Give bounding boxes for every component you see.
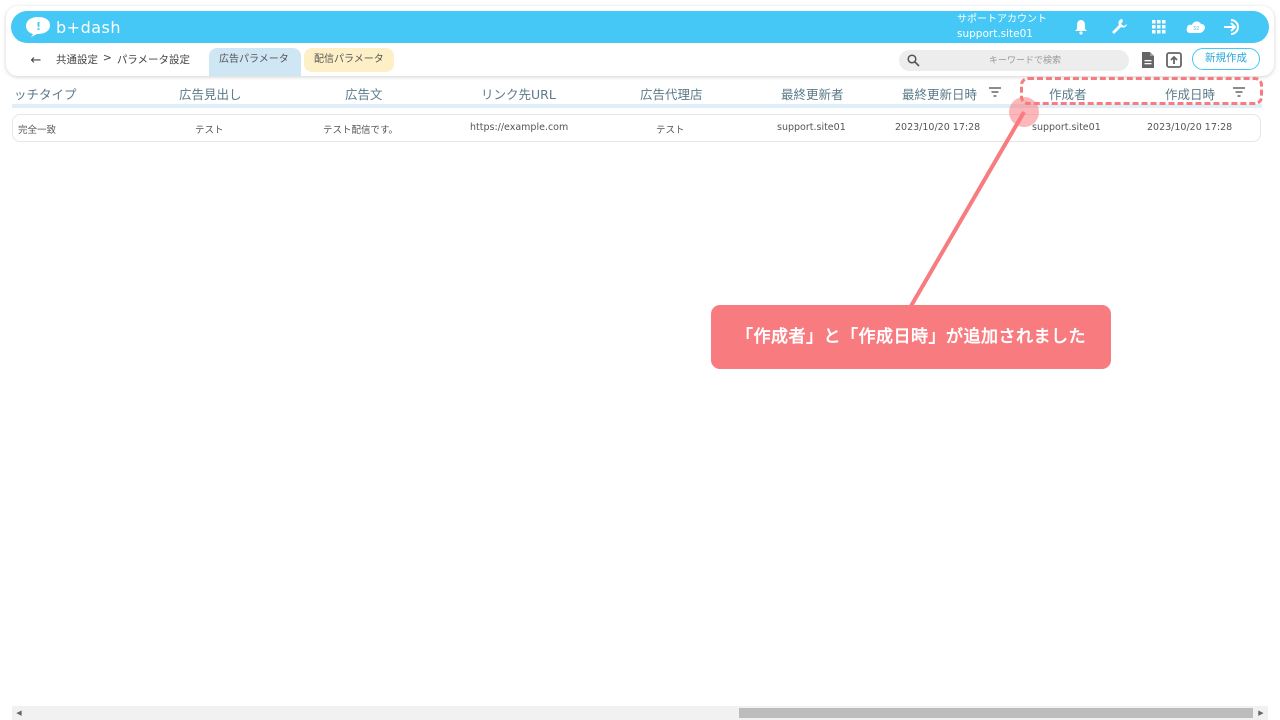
scroll-right-arrow-icon[interactable]: ▶ xyxy=(1254,706,1268,720)
horizontal-scrollbar[interactable]: ◀ ▶ xyxy=(12,706,1268,720)
scrollbar-thumb[interactable] xyxy=(739,708,1253,718)
annotation-callout: 「作成者」と「作成日時」が追加されました xyxy=(711,305,1111,369)
scroll-left-arrow-icon[interactable]: ◀ xyxy=(12,706,26,720)
